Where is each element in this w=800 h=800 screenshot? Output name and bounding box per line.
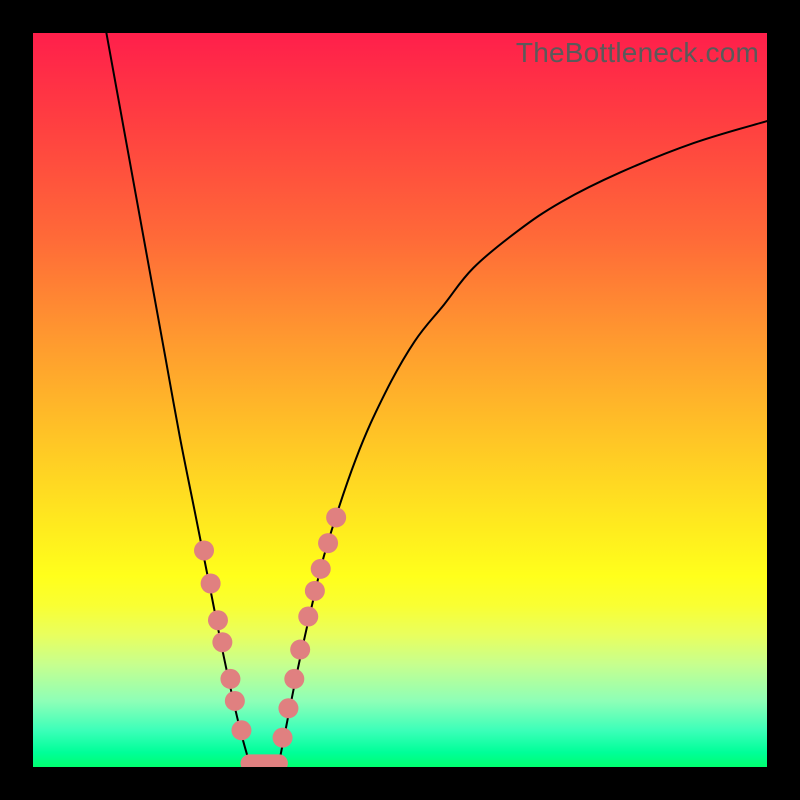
- highlight-dot: [225, 691, 245, 711]
- highlight-dots-left: [194, 540, 251, 740]
- plot-area: TheBottleneck.com: [33, 33, 767, 767]
- highlight-dot: [290, 640, 310, 660]
- highlight-dot: [318, 533, 338, 553]
- highlight-dot: [212, 632, 232, 652]
- highlight-dot: [298, 607, 318, 627]
- curve-left-branch: [106, 33, 249, 763]
- highlight-dot: [311, 559, 331, 579]
- chart-frame: TheBottleneck.com: [0, 0, 800, 800]
- highlight-dots-right: [273, 507, 347, 747]
- curve-right-branch: [279, 121, 767, 763]
- curve-layer: [33, 33, 767, 767]
- highlight-dot: [194, 540, 214, 560]
- highlight-dot: [326, 507, 346, 527]
- highlight-dot: [231, 720, 251, 740]
- highlight-dot: [278, 698, 298, 718]
- watermark-text: TheBottleneck.com: [516, 37, 759, 69]
- highlight-dot: [201, 574, 221, 594]
- highlight-dot: [208, 610, 228, 630]
- highlight-dot: [284, 669, 304, 689]
- highlight-dot: [220, 669, 240, 689]
- highlight-dot: [273, 728, 293, 748]
- highlight-dot: [305, 581, 325, 601]
